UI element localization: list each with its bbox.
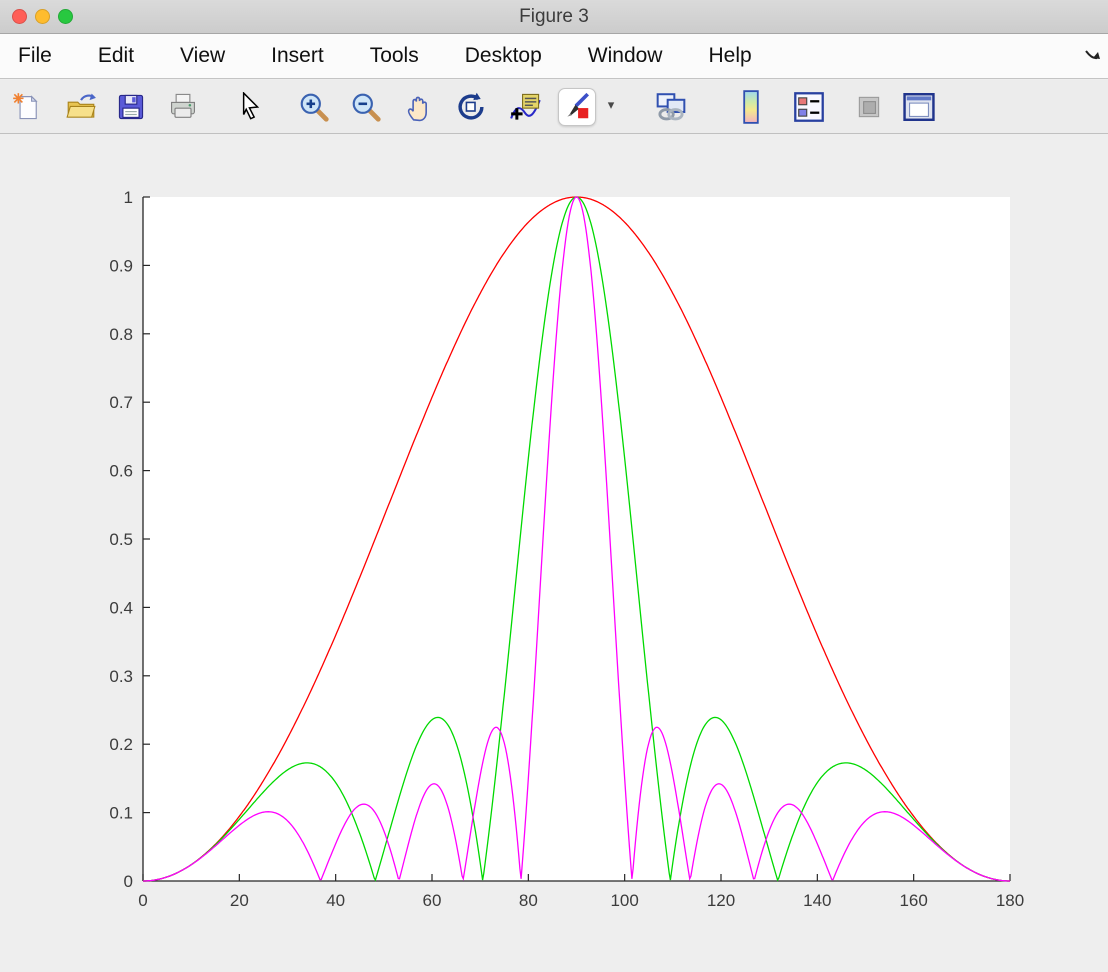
y-tick-label: 0.4 xyxy=(109,598,133,617)
insert-colorbar-button[interactable] xyxy=(732,88,770,126)
menu-tools[interactable]: Tools xyxy=(370,44,419,68)
data-cursor-button[interactable] xyxy=(507,88,545,126)
x-tick-label: 140 xyxy=(803,891,831,910)
plot-background xyxy=(143,197,1010,881)
x-tick-label: 120 xyxy=(707,891,735,910)
print-figure-button[interactable] xyxy=(164,88,202,126)
pan-button[interactable] xyxy=(400,88,438,126)
brush-dropdown-arrow-icon[interactable]: ▾ xyxy=(604,97,618,113)
x-tick-label: 100 xyxy=(610,891,638,910)
brush-data-button[interactable] xyxy=(558,88,596,126)
menu-view[interactable]: View xyxy=(180,44,225,68)
zoom-in-icon xyxy=(298,91,330,123)
menu-window[interactable]: Window xyxy=(588,44,663,68)
y-tick-label: 1 xyxy=(124,188,133,207)
x-tick-label: 180 xyxy=(996,891,1024,910)
legend-icon xyxy=(793,91,825,123)
x-tick-label: 160 xyxy=(899,891,927,910)
y-tick-label: 0.3 xyxy=(109,667,133,686)
link-plot-icon xyxy=(654,92,688,122)
plot-axes[interactable]: 0 20 40 60 80 100 120 140 160 180 0 0.1 0.2 0.3 0.4 0.5… xyxy=(0,134,1108,972)
brush-icon xyxy=(562,92,592,122)
new-document-icon xyxy=(12,92,42,122)
colorbar-icon xyxy=(740,90,762,124)
edit-plot-button[interactable] xyxy=(230,88,268,126)
dock-figure-icon xyxy=(902,92,936,122)
zoom-out-icon xyxy=(350,91,382,123)
x-tick-label: 20 xyxy=(230,891,249,910)
y-tick-label: 0.8 xyxy=(109,325,133,344)
pan-hand-icon xyxy=(404,91,434,123)
link-plot-button[interactable] xyxy=(652,88,690,126)
window-title: Figure 3 xyxy=(0,0,1108,33)
y-tick-label: 0.9 xyxy=(109,256,133,275)
rotate-3d-button[interactable] xyxy=(452,88,490,126)
figure-toolbar: ▾ xyxy=(0,80,1108,134)
rotate-3d-icon xyxy=(455,91,487,123)
y-tick-label: 0 xyxy=(124,872,133,891)
y-tick-label: 0.6 xyxy=(109,462,133,481)
printer-icon xyxy=(167,92,199,122)
save-figure-button[interactable] xyxy=(112,88,150,126)
disabled-square-icon xyxy=(854,92,884,122)
y-tick-label: 0.5 xyxy=(109,530,133,549)
zoom-out-button[interactable] xyxy=(347,88,385,126)
insert-legend-button[interactable] xyxy=(790,88,828,126)
menu-desktop[interactable]: Desktop xyxy=(465,44,542,68)
edit-plot-pointer-icon xyxy=(238,92,260,122)
x-tick-label: 80 xyxy=(519,891,538,910)
dock-figure-button[interactable] xyxy=(900,88,938,126)
menu-insert[interactable]: Insert xyxy=(271,44,324,68)
menu-file[interactable]: File xyxy=(18,44,52,68)
x-tick-label: 60 xyxy=(423,891,442,910)
menu-help[interactable]: Help xyxy=(708,44,751,68)
zoom-in-button[interactable] xyxy=(295,88,333,126)
y-tick-label: 0.7 xyxy=(109,393,133,412)
menu-bar: File Edit View Insert Tools Desktop Wind… xyxy=(0,34,1108,79)
save-floppy-icon xyxy=(116,92,146,122)
menu-edit[interactable]: Edit xyxy=(98,44,134,68)
x-tick-label: 40 xyxy=(326,891,345,910)
new-figure-button[interactable] xyxy=(8,88,46,126)
open-folder-icon xyxy=(65,92,97,122)
window-titlebar: Figure 3 xyxy=(0,0,1108,34)
figure-canvas: 0 20 40 60 80 100 120 140 160 180 0 0.1 0.2 0.3 0.4 0.5… xyxy=(0,134,1108,972)
y-tick-label: 0.2 xyxy=(109,735,133,754)
figure-window: Figure 3 File Edit View Insert Tools Des… xyxy=(0,0,1108,972)
plot-tools-disabled-button xyxy=(850,88,888,126)
menubar-overflow-icon[interactable] xyxy=(1084,48,1102,64)
y-tick-label: 0.1 xyxy=(109,804,133,823)
data-cursor-icon xyxy=(510,91,542,123)
open-file-button[interactable] xyxy=(62,88,100,126)
x-tick-label: 0 xyxy=(138,891,147,910)
